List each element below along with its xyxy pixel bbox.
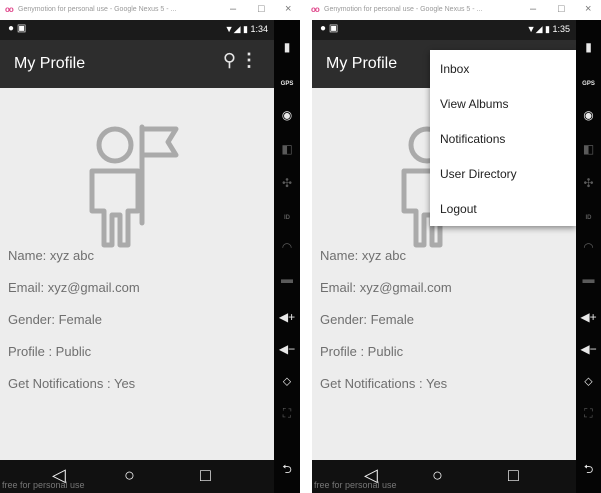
- menu-item-view-albums[interactable]: View Albums: [440, 97, 508, 111]
- profile-gender: Gender: Female: [320, 312, 414, 327]
- app-toolbar: My Profile ⚲ ⋮: [0, 40, 274, 88]
- watermark: free for personal use: [2, 480, 85, 490]
- window-title: Genymotion for personal use - Google Nex…: [18, 6, 177, 13]
- minimize-button[interactable]: –: [230, 3, 236, 15]
- window-titlebar: oo Genymotion for personal use - Google …: [0, 0, 300, 20]
- id-icon[interactable]: ID: [274, 208, 300, 222]
- volume-down-icon[interactable]: ◀−: [274, 342, 300, 356]
- network-icon[interactable]: ◠: [274, 240, 300, 254]
- resize-icon[interactable]: ⛶: [576, 406, 601, 421]
- profile-email: Email: xyz@gmail.com: [8, 280, 140, 295]
- menu-item-inbox[interactable]: Inbox: [440, 62, 469, 76]
- resize-icon[interactable]: ⛶: [274, 406, 300, 421]
- id-label: ID: [585, 215, 592, 221]
- volume-up-icon[interactable]: ◀+: [576, 310, 601, 324]
- status-notification-icons: ● ▣: [8, 23, 27, 34]
- emulator-window-2: oo Genymotion for personal use - Google …: [306, 0, 601, 493]
- page-title: My Profile: [326, 55, 398, 72]
- recents-icon[interactable]: □: [508, 465, 519, 486]
- home-icon[interactable]: ○: [124, 465, 135, 486]
- android-nav-bar: ◁ ○ □ free for personal use: [0, 460, 274, 493]
- status-bar: ● ▣ ▼◢ ▮ 1:34: [0, 20, 274, 40]
- emulator-sidebar: ▮ GPS ◉ ◧ ✣ ID ◠ ▬ ◀+ ◀− ⬦ ⛶ ⮌: [576, 20, 601, 493]
- home-icon[interactable]: ○: [432, 465, 443, 486]
- gps-label: GPS: [280, 81, 294, 87]
- gps-icon[interactable]: GPS: [576, 74, 601, 88]
- status-time: 1:35: [552, 24, 570, 34]
- webcam-icon[interactable]: ◉: [576, 108, 601, 122]
- dpad-icon[interactable]: ✣: [274, 176, 300, 190]
- profile-gender: Gender: Female: [8, 312, 102, 327]
- window-title: Genymotion for personal use - Google Nex…: [324, 6, 483, 13]
- camera-icon[interactable]: ◧: [274, 142, 300, 156]
- close-button[interactable]: ×: [585, 3, 591, 15]
- page-title: My Profile: [14, 55, 86, 72]
- status-time: 1:34: [250, 24, 268, 34]
- dpad-icon[interactable]: ✣: [576, 176, 601, 190]
- status-right: ▼◢ ▮ 1:34: [224, 24, 268, 34]
- profile-email: Email: xyz@gmail.com: [320, 280, 452, 295]
- battery-icon[interactable]: ▮: [576, 40, 601, 54]
- status-right: ▼◢ ▮ 1:35: [526, 24, 570, 34]
- rotate-icon[interactable]: ⬦: [274, 374, 300, 389]
- id-label: ID: [284, 215, 290, 221]
- profile-name: Name: xyz abc: [8, 248, 94, 263]
- status-notification-icons: ● ▣: [320, 23, 339, 34]
- volume-down-icon[interactable]: ◀−: [576, 342, 601, 356]
- rotate-icon[interactable]: ⬦: [576, 374, 601, 389]
- gps-label: GPS: [582, 81, 595, 87]
- maximize-button[interactable]: □: [558, 3, 565, 15]
- profile-notifications: Get Notifications : Yes: [320, 376, 448, 391]
- profile-notifications: Get Notifications : Yes: [8, 376, 136, 391]
- phone-screen: ● ▣ ▼◢ ▮ 1:35 My Profile Name: xyz abc E…: [312, 20, 576, 493]
- phone-screen: ● ▣ ▼◢ ▮ 1:34 My Profile ⚲ ⋮ Name: xyz a…: [0, 20, 274, 493]
- menu-item-logout[interactable]: Logout: [440, 202, 477, 216]
- genymotion-logo-icon: oo: [311, 5, 320, 14]
- more-options-icon[interactable]: ⋮: [240, 50, 258, 71]
- volume-up-icon[interactable]: ◀+: [274, 310, 300, 324]
- android-nav-bar: ◁ ○ □ free for personal use: [312, 460, 576, 493]
- back-arrow-icon[interactable]: ⮌: [576, 460, 601, 481]
- status-bar: ● ▣ ▼◢ ▮ 1:35: [312, 20, 576, 40]
- battery-icon[interactable]: ▮: [274, 40, 300, 54]
- close-button[interactable]: ×: [285, 3, 291, 15]
- emulator-window-1: oo Genymotion for personal use - Google …: [0, 0, 300, 493]
- camera-icon[interactable]: ◧: [576, 142, 601, 156]
- profile-name: Name: xyz abc: [320, 248, 406, 263]
- maximize-button[interactable]: □: [258, 3, 265, 15]
- genymotion-logo-icon: oo: [5, 5, 14, 14]
- menu-item-user-directory[interactable]: User Directory: [440, 167, 517, 181]
- gps-icon[interactable]: GPS: [274, 74, 300, 88]
- avatar-icon: [89, 124, 179, 248]
- search-icon[interactable]: ⚲: [223, 50, 236, 71]
- sms-icon[interactable]: ▬: [274, 272, 300, 286]
- id-icon[interactable]: ID: [576, 208, 601, 222]
- emulator-sidebar: ▮ GPS ◉ ◧ ✣ ID ◠ ▬ ◀+ ◀− ⬦ ⛶ ⮌: [274, 20, 300, 493]
- webcam-icon[interactable]: ◉: [274, 108, 300, 122]
- back-arrow-icon[interactable]: ⮌: [274, 460, 300, 481]
- network-icon[interactable]: ◠: [576, 240, 601, 254]
- minimize-button[interactable]: –: [530, 3, 536, 15]
- menu-item-notifications[interactable]: Notifications: [440, 132, 505, 146]
- profile-visibility: Profile : Public: [320, 344, 404, 359]
- sms-icon[interactable]: ▬: [576, 272, 601, 286]
- profile-visibility: Profile : Public: [8, 344, 92, 359]
- watermark: free for personal use: [314, 480, 397, 490]
- window-titlebar: oo Genymotion for personal use - Google …: [306, 0, 601, 20]
- recents-icon[interactable]: □: [200, 465, 211, 486]
- overflow-menu: Inbox View Albums Notifications User Dir…: [430, 50, 576, 226]
